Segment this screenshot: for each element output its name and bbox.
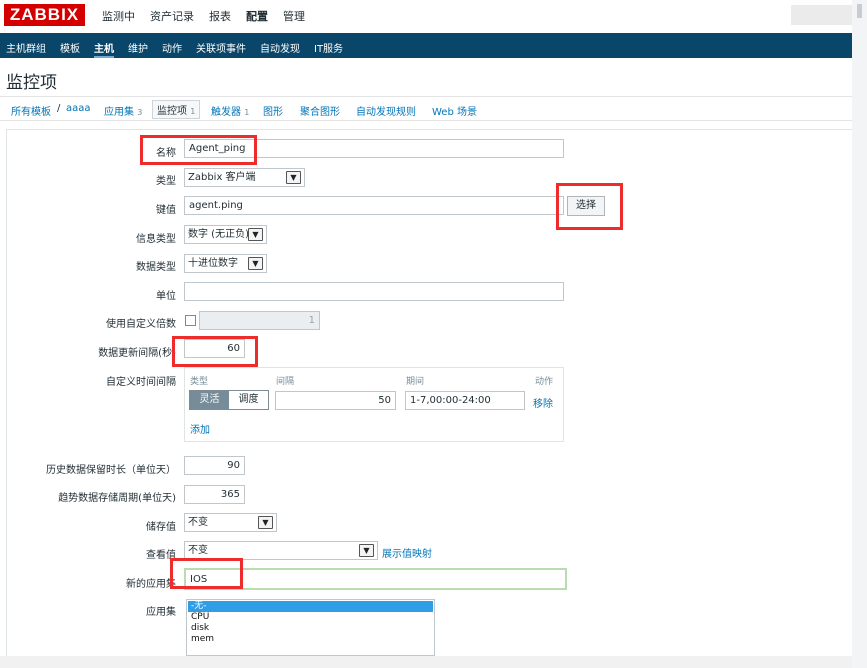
scrollbar[interactable] (852, 0, 867, 668)
remove-interval-link[interactable]: 移除 (533, 395, 553, 410)
history-field[interactable]: 90 (184, 456, 245, 475)
scheduling-option[interactable]: 调度 (229, 391, 268, 409)
application-option[interactable]: mem (188, 634, 433, 645)
type-select[interactable]: Zabbix 客户端 ▼ (184, 168, 305, 187)
sub-menu-templates[interactable]: 模板 (60, 40, 80, 58)
search-input[interactable] (791, 5, 852, 25)
bottom-edge (0, 656, 852, 668)
application-option[interactable]: disk (188, 623, 433, 634)
chevron-down-icon: ▼ (359, 544, 374, 557)
breadcrumb-all-templates[interactable]: 所有模板 (11, 103, 51, 118)
highlight-box-name (140, 135, 257, 165)
zabbix-logo[interactable]: ZABBIX (4, 4, 85, 26)
type-select-value: Zabbix 客户端 (188, 172, 256, 183)
sub-menu: 主机群组 模板 主机 维护 动作 关联项事件 自动发现 IT服务 (6, 40, 357, 58)
value-mapping-link[interactable]: 展示值映射 (382, 545, 432, 560)
tab-items[interactable]: 监控项 1 (152, 100, 201, 119)
main-menu-reports[interactable]: 报表 (209, 8, 231, 24)
info-type-select-value: 数字 (无正负) (188, 229, 249, 240)
page: ZABBIX 监测中 资产记录 报表 配置 管理 主机群组 模板 主机 维护 动… (0, 0, 852, 656)
main-menu-configuration[interactable]: 配置 (246, 8, 268, 24)
store-value-label: 储存值 (146, 522, 176, 533)
multiplier-field[interactable]: 1 (199, 311, 320, 330)
chevron-down-icon: ▼ (286, 171, 301, 184)
trends-label: 趋势数据存储周期(单位天) (58, 493, 176, 504)
type-label: 类型 (156, 176, 176, 187)
units-field[interactable] (184, 282, 564, 301)
info-type-select[interactable]: 数字 (无正负) ▼ (184, 225, 267, 244)
sub-menu-host-groups[interactable]: 主机群组 (6, 40, 46, 58)
tab-web-scenarios[interactable]: Web 场景 (432, 103, 477, 118)
data-type-label: 数据类型 (136, 262, 176, 273)
show-value-select-value: 不变 (188, 545, 208, 556)
page-title: 监控项 (6, 73, 57, 93)
column-period: 期间 (406, 377, 425, 387)
chevron-down-icon: ▼ (248, 257, 263, 270)
data-type-select-value: 十进位数字 (188, 258, 238, 269)
history-label: 历史数据保留时长（单位天） (46, 465, 176, 476)
store-value-select-value: 不变 (188, 517, 208, 528)
sub-menu-hosts[interactable]: 主机 (94, 40, 114, 58)
tab-graphs[interactable]: 图形 (263, 103, 283, 118)
store-value-select[interactable]: 不变 ▼ (184, 513, 277, 532)
tab-triggers-count: 1 (244, 108, 250, 117)
tab-items-count: 1 (190, 107, 196, 116)
column-type: 类型 (190, 377, 209, 387)
add-interval-link[interactable]: 添加 (190, 421, 210, 436)
applications-label: 应用集 (146, 607, 176, 618)
highlight-box-interval (172, 336, 258, 367)
info-type-label: 信息类型 (136, 234, 176, 245)
period-field[interactable]: 1-7,00:00-24:00 (405, 391, 525, 410)
sub-menu-bar: 主机群组 模板 主机 维护 动作 关联项事件 自动发现 IT服务 (0, 33, 852, 58)
application-option[interactable]: CPU (188, 612, 433, 623)
main-menu-administration[interactable]: 管理 (283, 8, 305, 24)
tab-triggers[interactable]: 触发器 1 (211, 103, 249, 118)
custom-intervals-label: 自定义时间间隔 (106, 377, 176, 388)
multiplier-checkbox[interactable] (185, 315, 196, 326)
trends-field[interactable]: 365 (184, 485, 245, 504)
chevron-down-icon: ▼ (258, 516, 273, 529)
application-option[interactable]: -无- (188, 601, 433, 612)
top-menu-bar: ZABBIX 监测中 资产记录 报表 配置 管理 (0, 0, 852, 33)
update-interval-label: 数据更新间隔(秒) (98, 348, 176, 359)
main-menu-inventory[interactable]: 资产记录 (150, 8, 194, 24)
scrollbar-thumb[interactable] (857, 4, 862, 18)
data-type-select[interactable]: 十进位数字 ▼ (184, 254, 267, 273)
tab-items-label: 监控项 (157, 106, 187, 117)
sub-menu-maintenance[interactable]: 维护 (128, 40, 148, 58)
applications-listbox[interactable]: -无- CPU disk mem (186, 599, 435, 656)
main-menu: 监测中 资产记录 报表 配置 管理 (102, 8, 320, 24)
custom-intervals-table: 类型 间隔 期间 动作 灵活 调度 50 1-7,00:00-24:00 移除 … (184, 367, 564, 442)
highlight-box-new-application (170, 558, 243, 589)
chevron-down-icon: ▼ (248, 228, 263, 241)
tab-triggers-label: 触发器 (211, 107, 241, 118)
highlight-box-select (556, 183, 623, 230)
sub-menu-discovery[interactable]: 自动发现 (260, 40, 300, 58)
tab-applications[interactable]: 应用集 3 (104, 103, 142, 118)
flexible-option[interactable]: 灵活 (190, 391, 229, 409)
tab-applications-label: 应用集 (104, 107, 134, 118)
column-interval: 间隔 (276, 377, 295, 387)
multiplier-label: 使用自定义倍数 (106, 319, 176, 330)
tab-discovery-rules[interactable]: 自动发现规则 (356, 103, 416, 118)
units-label: 单位 (156, 291, 176, 302)
tab-screens[interactable]: 聚合图形 (300, 103, 340, 118)
key-field[interactable]: agent.ping (184, 196, 564, 215)
breadcrumb: 所有模板 / aaaa 应用集 3 监控项 1 触发器 1 图形 聚合图形 自动… (0, 96, 852, 121)
sub-menu-event-correlation[interactable]: 关联项事件 (196, 40, 246, 58)
interval-type-toggle: 灵活 调度 (189, 390, 269, 410)
main-menu-monitoring[interactable]: 监测中 (102, 8, 135, 24)
tab-applications-count: 3 (137, 108, 143, 117)
column-action: 动作 (535, 377, 554, 387)
sub-menu-actions[interactable]: 动作 (162, 40, 182, 58)
breadcrumb-separator: / (57, 103, 61, 114)
sub-menu-it-services[interactable]: IT服务 (314, 40, 343, 58)
breadcrumb-template[interactable]: aaaa (66, 103, 91, 114)
key-label: 键值 (156, 205, 176, 216)
interval-field[interactable]: 50 (275, 391, 396, 410)
new-application-label: 新的应用集 (126, 579, 176, 590)
